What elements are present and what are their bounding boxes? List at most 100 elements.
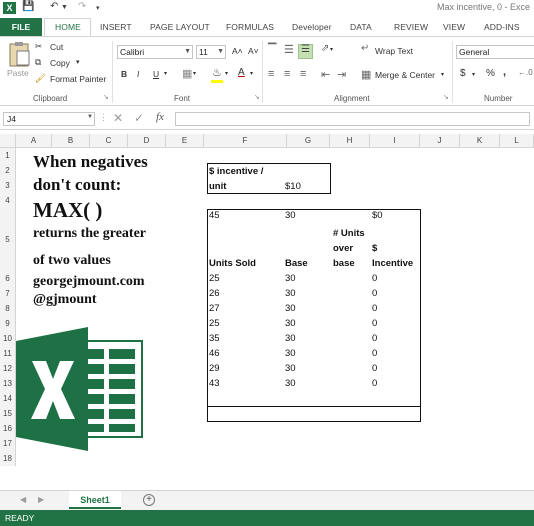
align-left-icon[interactable]: ≡ bbox=[268, 68, 274, 80]
row-header[interactable]: 13 bbox=[0, 376, 16, 391]
column-header[interactable]: L bbox=[500, 134, 534, 148]
base-cell[interactable]: 30 bbox=[285, 318, 296, 329]
merge-dropdown-icon[interactable]: ▾ bbox=[441, 71, 444, 78]
align-center-icon[interactable]: ≡ bbox=[284, 68, 290, 80]
column-header[interactable]: J bbox=[420, 134, 460, 148]
tab-file[interactable]: FILE bbox=[0, 18, 42, 36]
units-sold-cell[interactable]: 25 bbox=[209, 318, 220, 329]
cancel-entry-icon[interactable]: ✕ bbox=[113, 111, 123, 125]
column-header[interactable]: H bbox=[330, 134, 370, 148]
row-header[interactable]: 6 bbox=[0, 271, 16, 286]
row-header[interactable]: 12 bbox=[0, 361, 16, 376]
tab-insert[interactable]: INSERT bbox=[100, 22, 132, 32]
underline-dropdown-icon[interactable]: ▾ bbox=[164, 70, 167, 77]
sheet-tab-sheet1[interactable]: Sheet1 bbox=[69, 491, 121, 509]
italic-button[interactable]: I bbox=[137, 69, 139, 79]
row-header[interactable]: 2 bbox=[0, 163, 16, 178]
undo-dropdown-icon[interactable]: ▼ bbox=[61, 4, 68, 11]
row-header[interactable]: 3 bbox=[0, 178, 16, 193]
copy-button[interactable]: Copy bbox=[50, 58, 70, 68]
format-painter-button[interactable]: Format Painter bbox=[50, 74, 106, 84]
font-color-icon[interactable]: A bbox=[238, 67, 245, 78]
alignment-launcher-icon[interactable]: ↘ bbox=[443, 93, 449, 101]
copy-dropdown-icon[interactable]: ▾ bbox=[76, 58, 80, 66]
select-all-corner[interactable] bbox=[0, 134, 16, 148]
fill-dropdown-icon[interactable]: ▾ bbox=[225, 70, 228, 77]
excel-app-icon[interactable]: X bbox=[3, 2, 16, 14]
font-name-select[interactable]: Calibri ▼ bbox=[117, 45, 193, 59]
tab-developer[interactable]: Developer bbox=[292, 22, 332, 32]
base-cell[interactable]: 30 bbox=[285, 378, 296, 389]
undo-icon[interactable]: ↶ bbox=[50, 1, 58, 12]
base-cell[interactable]: 30 bbox=[285, 348, 296, 359]
align-top-icon[interactable]: ▔ bbox=[268, 43, 276, 56]
align-right-icon[interactable]: ≡ bbox=[300, 68, 306, 80]
column-header[interactable]: B bbox=[52, 134, 90, 148]
clipboard-launcher-icon[interactable]: ↘ bbox=[103, 93, 109, 101]
column-header[interactable]: E bbox=[166, 134, 204, 148]
tab-home[interactable]: HOME bbox=[55, 22, 81, 32]
row-header[interactable]: 1 bbox=[0, 148, 16, 163]
incentive-cell[interactable]: 0 bbox=[372, 348, 377, 359]
tab-add-ins[interactable]: ADD-INS bbox=[484, 22, 520, 32]
row-header[interactable]: 17 bbox=[0, 436, 16, 451]
tab-data[interactable]: DATA bbox=[350, 22, 372, 32]
number-format-select[interactable]: General bbox=[456, 45, 534, 59]
row-header[interactable]: 4 bbox=[0, 193, 16, 208]
redo-icon[interactable]: ↷ bbox=[78, 1, 86, 12]
incentive-cell[interactable]: $0 bbox=[372, 210, 383, 221]
units-sold-cell[interactable]: 46 bbox=[209, 348, 220, 359]
comma-button[interactable]: , bbox=[503, 66, 506, 78]
font-color-dropdown-icon[interactable]: ▾ bbox=[250, 70, 253, 77]
row-header[interactable]: 11 bbox=[0, 346, 16, 361]
increase-indent-icon[interactable]: ⇥ bbox=[337, 68, 346, 81]
tab-view[interactable]: VIEW bbox=[443, 22, 465, 32]
base-cell[interactable]: 30 bbox=[285, 363, 296, 374]
column-header[interactable]: A bbox=[16, 134, 52, 148]
units-sold-cell[interactable]: 45 bbox=[209, 210, 220, 221]
column-header[interactable]: I bbox=[370, 134, 420, 148]
formula-input[interactable] bbox=[175, 112, 530, 126]
column-header[interactable]: D bbox=[128, 134, 166, 148]
orientation-icon[interactable]: ⇗ bbox=[321, 43, 329, 54]
fill-color-icon[interactable]: ♨ bbox=[212, 66, 222, 79]
save-icon[interactable]: 💾 bbox=[22, 1, 34, 12]
units-sold-cell[interactable]: 43 bbox=[209, 378, 220, 389]
row-header[interactable]: 10 bbox=[0, 331, 16, 346]
borders-dropdown-icon[interactable]: ▾ bbox=[193, 70, 196, 77]
row-header[interactable]: 5 bbox=[0, 208, 16, 271]
name-box-dropdown-icon[interactable]: ▼ bbox=[87, 114, 93, 120]
row-header[interactable]: 14 bbox=[0, 391, 16, 406]
incentive-rate-value[interactable]: $10 bbox=[285, 181, 301, 192]
insert-function-button[interactable]: fx bbox=[156, 111, 164, 123]
name-box[interactable]: J4 bbox=[3, 112, 95, 126]
row-header[interactable]: 7 bbox=[0, 286, 16, 301]
base-cell[interactable]: 30 bbox=[285, 210, 296, 221]
tab-formulas[interactable]: FORMULAS bbox=[226, 22, 274, 32]
scroll-tabs-right-icon[interactable]: ▶ bbox=[38, 495, 44, 504]
units-sold-cell[interactable]: 29 bbox=[209, 363, 220, 374]
font-launcher-icon[interactable]: ↘ bbox=[254, 93, 260, 101]
units-sold-cell[interactable]: 35 bbox=[209, 333, 220, 344]
base-cell[interactable]: 30 bbox=[285, 273, 296, 284]
currency-dropdown-icon[interactable]: ▾ bbox=[472, 71, 475, 78]
shrink-font-button[interactable]: A˅ bbox=[248, 46, 259, 56]
bold-button[interactable]: B bbox=[121, 69, 127, 79]
confirm-entry-icon[interactable]: ✓ bbox=[134, 111, 144, 125]
column-header[interactable]: F bbox=[204, 134, 287, 148]
units-sold-cell[interactable]: 27 bbox=[209, 303, 220, 314]
merge-center-button[interactable]: Merge & Center bbox=[375, 70, 435, 80]
incentive-cell[interactable]: 0 bbox=[372, 273, 377, 284]
column-header[interactable]: K bbox=[460, 134, 500, 148]
underline-button[interactable]: U bbox=[153, 69, 159, 79]
units-sold-cell[interactable]: 25 bbox=[209, 273, 220, 284]
incentive-cell[interactable]: 0 bbox=[372, 303, 377, 314]
tab-page-layout[interactable]: PAGE LAYOUT bbox=[150, 22, 210, 32]
paste-button[interactable] bbox=[6, 41, 32, 67]
cut-button[interactable]: Cut bbox=[50, 42, 63, 52]
orientation-dropdown-icon[interactable]: ▾ bbox=[330, 46, 333, 53]
scroll-tabs-left-icon[interactable]: ◀ bbox=[20, 495, 26, 504]
decrease-indent-icon[interactable]: ⇤ bbox=[321, 68, 330, 81]
currency-button[interactable]: $ bbox=[460, 68, 466, 79]
increase-decimal-icon[interactable]: ←.0 bbox=[518, 68, 533, 77]
